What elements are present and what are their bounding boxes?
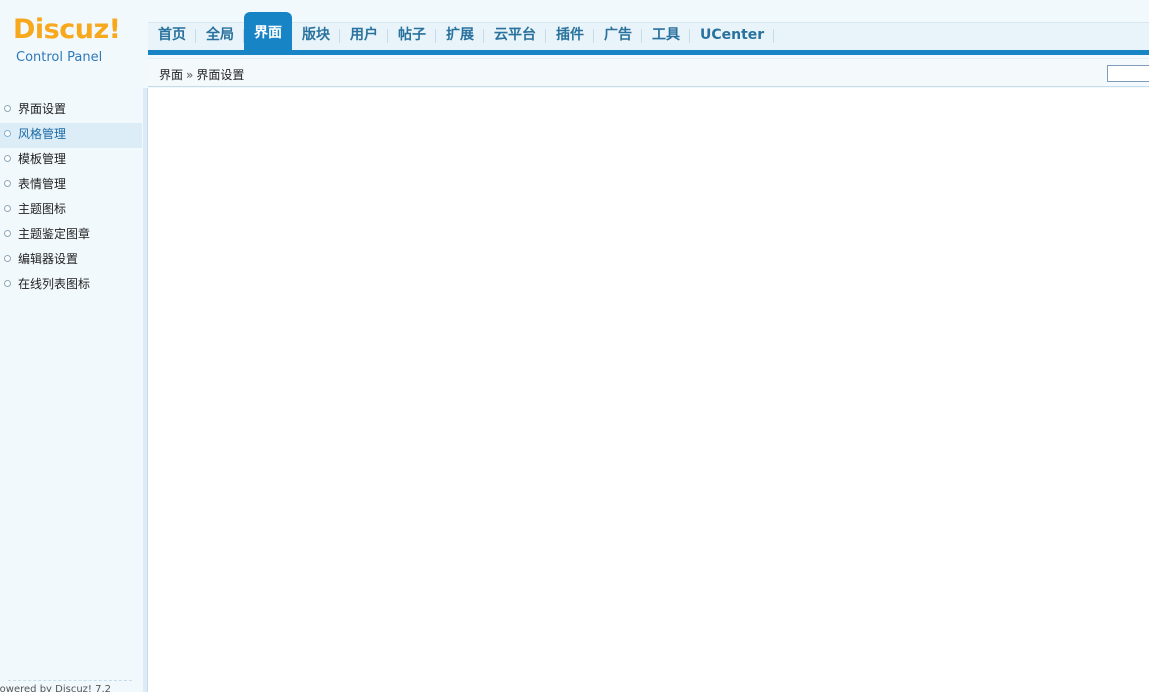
- tab-forums[interactable]: 版块: [292, 22, 340, 50]
- search-input[interactable]: [1107, 65, 1149, 82]
- bullet-icon: [4, 255, 11, 262]
- main-content-area: [149, 88, 1149, 692]
- tab-extend[interactable]: 扩展: [436, 22, 484, 50]
- logo-wordmark: Discuz!: [13, 14, 121, 45]
- tab-ads[interactable]: 广告: [594, 22, 642, 50]
- sidebar-item-online-list-icons[interactable]: 在线列表图标: [0, 273, 142, 298]
- breadcrumb: 界面» 界面设置: [159, 66, 244, 83]
- sidebar-item-interface-settings[interactable]: 界面设置: [0, 98, 142, 123]
- logo[interactable]: Discuz! Control Panel: [0, 0, 145, 88]
- breadcrumb-current: 界面设置: [196, 68, 245, 82]
- sidebar-item-thread-icons[interactable]: 主题图标: [0, 198, 142, 223]
- sidebar-footer-divider: [8, 680, 132, 681]
- sidebar-item-label: 在线列表图标: [18, 277, 91, 291]
- sidebar-menu: 界面设置 风格管理 模板管理 表情管理 主题图标 主题鉴定图章 编辑器设置 在线…: [0, 98, 142, 298]
- sidebar-item-editor-settings[interactable]: 编辑器设置: [0, 248, 142, 273]
- tab-plugins[interactable]: 插件: [546, 22, 594, 50]
- tab-home[interactable]: 首页: [148, 22, 196, 50]
- sidebar-item-template-management[interactable]: 模板管理: [0, 148, 142, 173]
- sidebar-item-label: 模板管理: [18, 152, 67, 166]
- logo-subtitle: Control Panel: [16, 50, 103, 65]
- tab-tools[interactable]: 工具: [642, 22, 690, 50]
- breadcrumb-root[interactable]: 界面: [159, 68, 183, 82]
- tab-interface[interactable]: 界面: [244, 12, 292, 50]
- breadcrumb-bar: 界面» 界面设置: [148, 58, 1149, 87]
- sidebar-item-label: 主题图标: [18, 202, 67, 216]
- bullet-icon: [4, 105, 11, 112]
- bullet-icon: [4, 205, 11, 212]
- sidebar-item-label: 风格管理: [18, 127, 67, 141]
- header: Discuz! Control Panel 首页 全局 界面 版块 用户 帖子 …: [0, 0, 1149, 88]
- sidebar-item-label: 编辑器设置: [18, 252, 79, 266]
- bullet-icon: [4, 130, 11, 137]
- bullet-icon: [4, 280, 11, 287]
- sidebar-item-style-management[interactable]: 风格管理: [0, 123, 142, 148]
- tab-posts[interactable]: 帖子: [388, 22, 436, 50]
- bullet-icon: [4, 180, 11, 187]
- sidebar-item-smiley-management[interactable]: 表情管理: [0, 173, 142, 198]
- powered-by-text: Powered by Discuz! 7.2: [0, 684, 112, 692]
- bullet-icon: [4, 155, 11, 162]
- tab-global[interactable]: 全局: [196, 22, 244, 50]
- top-nav-tabs: 首页 全局 界面 版块 用户 帖子 扩展 云平台 插件 广告 工具 UCente…: [148, 12, 775, 50]
- top-nav-underline: [148, 50, 1149, 55]
- sidebar-item-thread-stamps[interactable]: 主题鉴定图章: [0, 223, 142, 248]
- sidebar-item-label: 界面设置: [18, 102, 67, 116]
- sidebar-item-label: 主题鉴定图章: [18, 227, 91, 241]
- tab-ucenter[interactable]: UCenter: [690, 22, 775, 50]
- sidebar-item-label: 表情管理: [18, 177, 67, 191]
- bullet-icon: [4, 230, 11, 237]
- sidebar: 界面设置 风格管理 模板管理 表情管理 主题图标 主题鉴定图章 编辑器设置 在线…: [0, 88, 148, 692]
- tab-cloud[interactable]: 云平台: [484, 22, 546, 50]
- top-navigation: 首页 全局 界面 版块 用户 帖子 扩展 云平台 插件 广告 工具 UCente…: [148, 12, 1149, 50]
- breadcrumb-separator: »: [186, 68, 194, 82]
- tab-users[interactable]: 用户: [340, 22, 388, 50]
